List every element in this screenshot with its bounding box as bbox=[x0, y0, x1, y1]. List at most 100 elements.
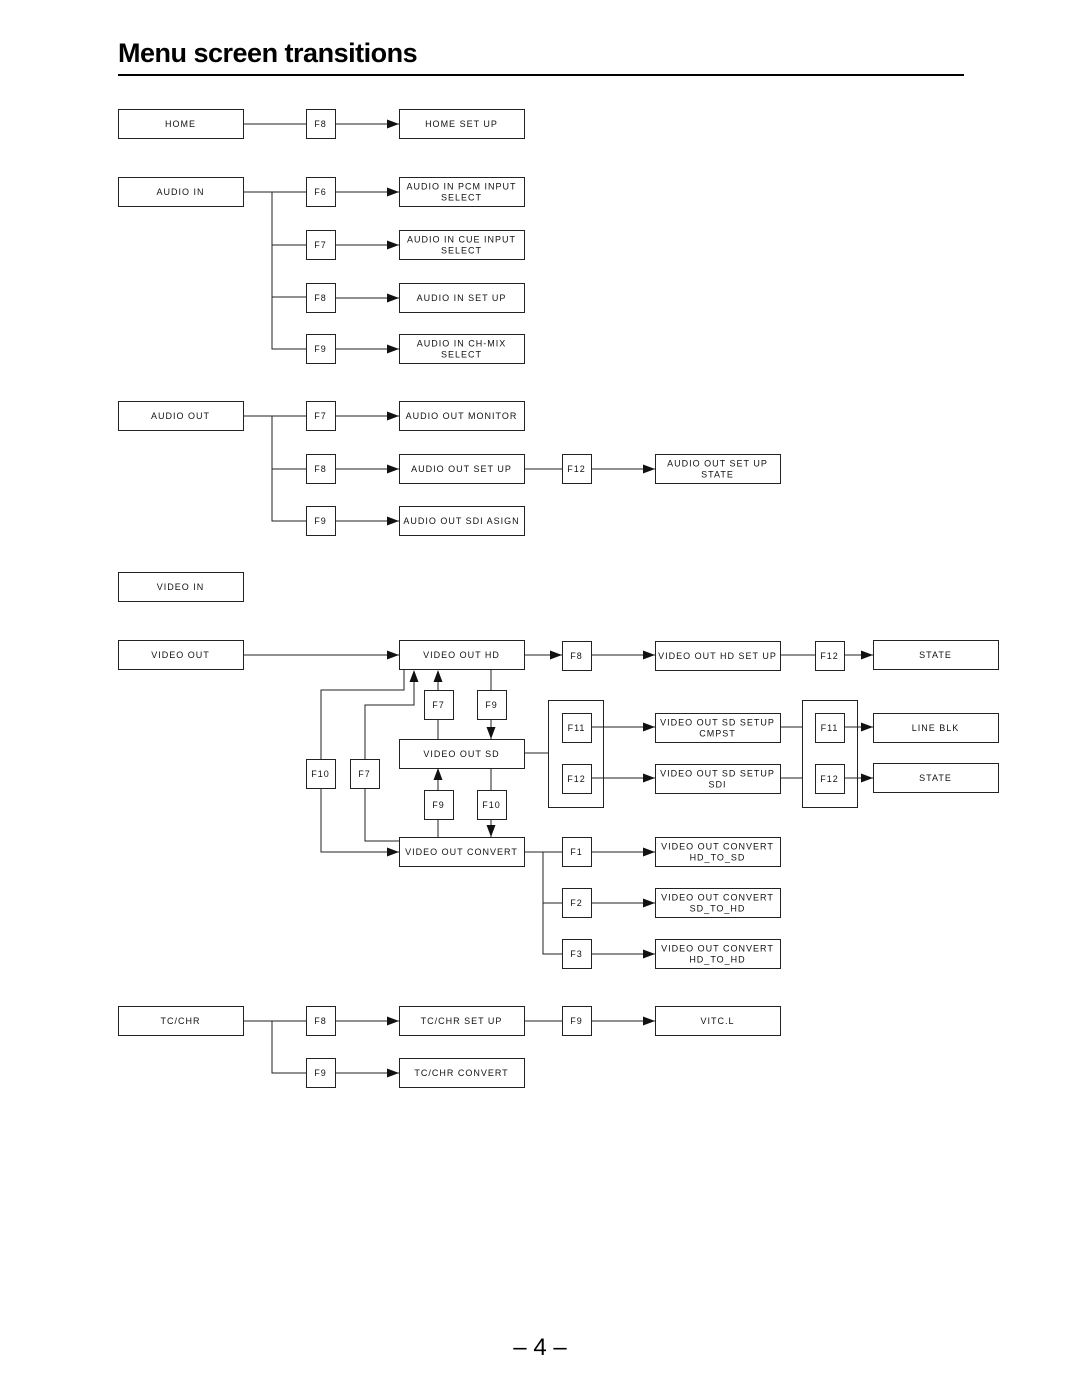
conv-hd-to-sd-box-label: HD_TO_SD bbox=[690, 853, 746, 863]
sd-setup-f11-key-label: F11 bbox=[821, 723, 839, 733]
tc-chr-setup-box[interactable]: TC/CHR SET UP bbox=[399, 1006, 525, 1036]
video-out-convert-box-label: VIDEO OUT CONVERT bbox=[405, 847, 518, 857]
video-in-box[interactable]: VIDEO IN bbox=[118, 572, 244, 602]
tc-chr-box[interactable]: TC/CHR bbox=[118, 1006, 244, 1036]
diagram-boxes: HOME F8 HOME SET UP AUDIO IN F6 AUDIO IN PCM … bbox=[118, 109, 999, 1088]
tc-chr-convert-box-label: TC/CHR CONVERT bbox=[414, 1068, 508, 1078]
arrow-icon bbox=[486, 825, 496, 837]
conv-hd-to-hd-box-label: VIDEO OUT CONVERT bbox=[661, 944, 774, 954]
audio-out-sdi-box-label: AUDIO OUT SDI ASIGN bbox=[403, 516, 519, 526]
sd-to-conv-f10-key[interactable]: F10 bbox=[477, 790, 507, 820]
conv-to-hd-f10-key-label: F10 bbox=[311, 769, 330, 779]
conv-to-sd-f9-key[interactable]: F9 bbox=[424, 790, 454, 820]
vitc-l-box[interactable]: VITC.L bbox=[655, 1006, 781, 1036]
ain-f8-key[interactable]: F8 bbox=[306, 283, 336, 313]
audio-in-box-label: AUDIO IN bbox=[156, 187, 204, 197]
conv-f1-key[interactable]: F1 bbox=[562, 837, 592, 867]
tc-setup-f9-key[interactable]: F9 bbox=[562, 1006, 592, 1036]
video-out-box[interactable]: VIDEO OUT bbox=[118, 640, 244, 670]
aout-f8-key[interactable]: F8 bbox=[306, 454, 336, 484]
hd-setup-f12-key[interactable]: F12 bbox=[815, 641, 845, 671]
audio-in-setup-box[interactable]: AUDIO IN SET UP bbox=[399, 283, 525, 313]
audio-in-pcm-box[interactable]: AUDIO IN PCM INPUTSELECT bbox=[399, 177, 525, 207]
audio-in-chmix-box[interactable]: AUDIO IN CH-MIXSELECT bbox=[399, 334, 525, 364]
arrow-icon bbox=[643, 773, 655, 783]
tc-chr-box-label: TC/CHR bbox=[161, 1016, 201, 1026]
conv-sd-to-hd-box-label: SD_TO_HD bbox=[690, 904, 746, 914]
audio-out-monitor-box[interactable]: AUDIO OUT MONITOR bbox=[399, 401, 525, 431]
arrow-icon bbox=[387, 187, 399, 197]
arrow-icon bbox=[387, 344, 399, 354]
aout-f9-key[interactable]: F9 bbox=[306, 506, 336, 536]
sd-f12-key-label: F12 bbox=[567, 774, 586, 784]
vout-hd-f8-key[interactable]: F8 bbox=[562, 641, 592, 671]
audio-out-sdi-box[interactable]: AUDIO OUT SDI ASIGN bbox=[399, 506, 525, 536]
aout-f7-key[interactable]: F7 bbox=[306, 401, 336, 431]
sd-state-box-label: STATE bbox=[919, 773, 952, 783]
audio-out-setup-state-box[interactable]: AUDIO OUT SET UPSTATE bbox=[655, 454, 781, 484]
arrow-icon bbox=[387, 650, 399, 660]
sd-setup-sdi-box[interactable]: VIDEO OUT SD SETUPSDI bbox=[655, 764, 781, 794]
audio-in-chmix-box-label: SELECT bbox=[441, 350, 482, 360]
arrow-icon bbox=[643, 847, 655, 857]
ain-f6-key-label: F6 bbox=[314, 187, 327, 197]
hd-state-box[interactable]: STATE bbox=[873, 640, 999, 670]
audio-in-box[interactable]: AUDIO IN bbox=[118, 177, 244, 207]
conv-hd-to-sd-box[interactable]: VIDEO OUT CONVERTHD_TO_SD bbox=[655, 837, 781, 867]
video-out-sd-box[interactable]: VIDEO OUT SD bbox=[399, 739, 525, 769]
ain-f8-key-label: F8 bbox=[314, 293, 327, 303]
audio-in-cue-box[interactable]: AUDIO IN CUE INPUTSELECT bbox=[399, 230, 525, 260]
video-out-hd-box[interactable]: VIDEO OUT HD bbox=[399, 640, 525, 670]
ain-f9-key[interactable]: F9 bbox=[306, 334, 336, 364]
conv-hd-to-hd-box[interactable]: VIDEO OUT CONVERTHD_TO_HD bbox=[655, 939, 781, 969]
audio-in-setup-box-label: AUDIO IN SET UP bbox=[417, 293, 507, 303]
conv-to-hd-f7-key[interactable]: F7 bbox=[350, 759, 380, 789]
line-blk-box-label: LINE BLK bbox=[912, 723, 960, 733]
line-blk-box[interactable]: LINE BLK bbox=[873, 713, 999, 743]
home-f8-key-label: F8 bbox=[314, 119, 327, 129]
video-out-hd-box-label: VIDEO OUT HD bbox=[423, 650, 500, 660]
aout-setup-f12-key[interactable]: F12 bbox=[562, 454, 592, 484]
tc-chr-convert-box[interactable]: TC/CHR CONVERT bbox=[399, 1058, 525, 1088]
home-box-label: HOME bbox=[165, 119, 196, 129]
arrow-icon bbox=[387, 1068, 399, 1078]
audio-out-setup-state-box-label: AUDIO OUT SET UP bbox=[667, 459, 768, 469]
sd-f11-key-label: F11 bbox=[568, 723, 586, 733]
aout-f9-key-label: F9 bbox=[314, 516, 327, 526]
sd-setup-f12-key-label: F12 bbox=[820, 774, 839, 784]
conv-f2-key[interactable]: F2 bbox=[562, 888, 592, 918]
tc-chr-setup-box-label: TC/CHR SET UP bbox=[421, 1016, 503, 1026]
home-setup-box[interactable]: HOME SET UP bbox=[399, 109, 525, 139]
conv-sd-to-hd-box-label: VIDEO OUT CONVERT bbox=[661, 893, 774, 903]
conv-sd-to-hd-box[interactable]: VIDEO OUT CONVERTSD_TO_HD bbox=[655, 888, 781, 918]
conv-hd-to-hd-box-label: HD_TO_HD bbox=[689, 955, 745, 965]
connector-lines bbox=[243, 119, 873, 1078]
video-out-convert-box[interactable]: VIDEO OUT CONVERT bbox=[399, 837, 525, 867]
arrow-icon bbox=[387, 119, 399, 129]
ain-f6-key[interactable]: F6 bbox=[306, 177, 336, 207]
tc-f8-key[interactable]: F8 bbox=[306, 1006, 336, 1036]
ain-f9-key-label: F9 bbox=[314, 344, 327, 354]
audio-out-box[interactable]: AUDIO OUT bbox=[118, 401, 244, 431]
hd-to-sd-f9-key[interactable]: F9 bbox=[477, 690, 507, 720]
sd-state-box[interactable]: STATE bbox=[873, 763, 999, 793]
sd-setup-sdi-box-label: SDI bbox=[708, 780, 726, 790]
video-out-hd-setup-box[interactable]: VIDEO OUT HD SET UP bbox=[655, 641, 781, 671]
home-f8-key[interactable]: F8 bbox=[306, 109, 336, 139]
arrow-icon bbox=[643, 464, 655, 474]
tc-f9-key-label: F9 bbox=[314, 1068, 327, 1078]
ain-f7-key[interactable]: F7 bbox=[306, 230, 336, 260]
tc-f9-key[interactable]: F9 bbox=[306, 1058, 336, 1088]
sd-to-hd-f7-key[interactable]: F7 bbox=[424, 690, 454, 720]
sd-setup-f12-key[interactable]: F12 bbox=[815, 764, 845, 794]
sd-f11-key[interactable]: F11 bbox=[562, 713, 592, 743]
video-out-sd-box-label: VIDEO OUT SD bbox=[423, 749, 499, 759]
sd-setup-f11-key[interactable]: F11 bbox=[815, 713, 845, 743]
audio-out-setup-box[interactable]: AUDIO OUT SET UP bbox=[399, 454, 525, 484]
audio-out-box-label: AUDIO OUT bbox=[151, 411, 210, 421]
sd-f12-key[interactable]: F12 bbox=[562, 764, 592, 794]
conv-to-hd-f10-key[interactable]: F10 bbox=[306, 759, 336, 789]
conv-f3-key[interactable]: F3 bbox=[562, 939, 592, 969]
home-box[interactable]: HOME bbox=[118, 109, 244, 139]
sd-setup-cmpst-box[interactable]: VIDEO OUT SD SETUPCMPST bbox=[655, 713, 781, 743]
